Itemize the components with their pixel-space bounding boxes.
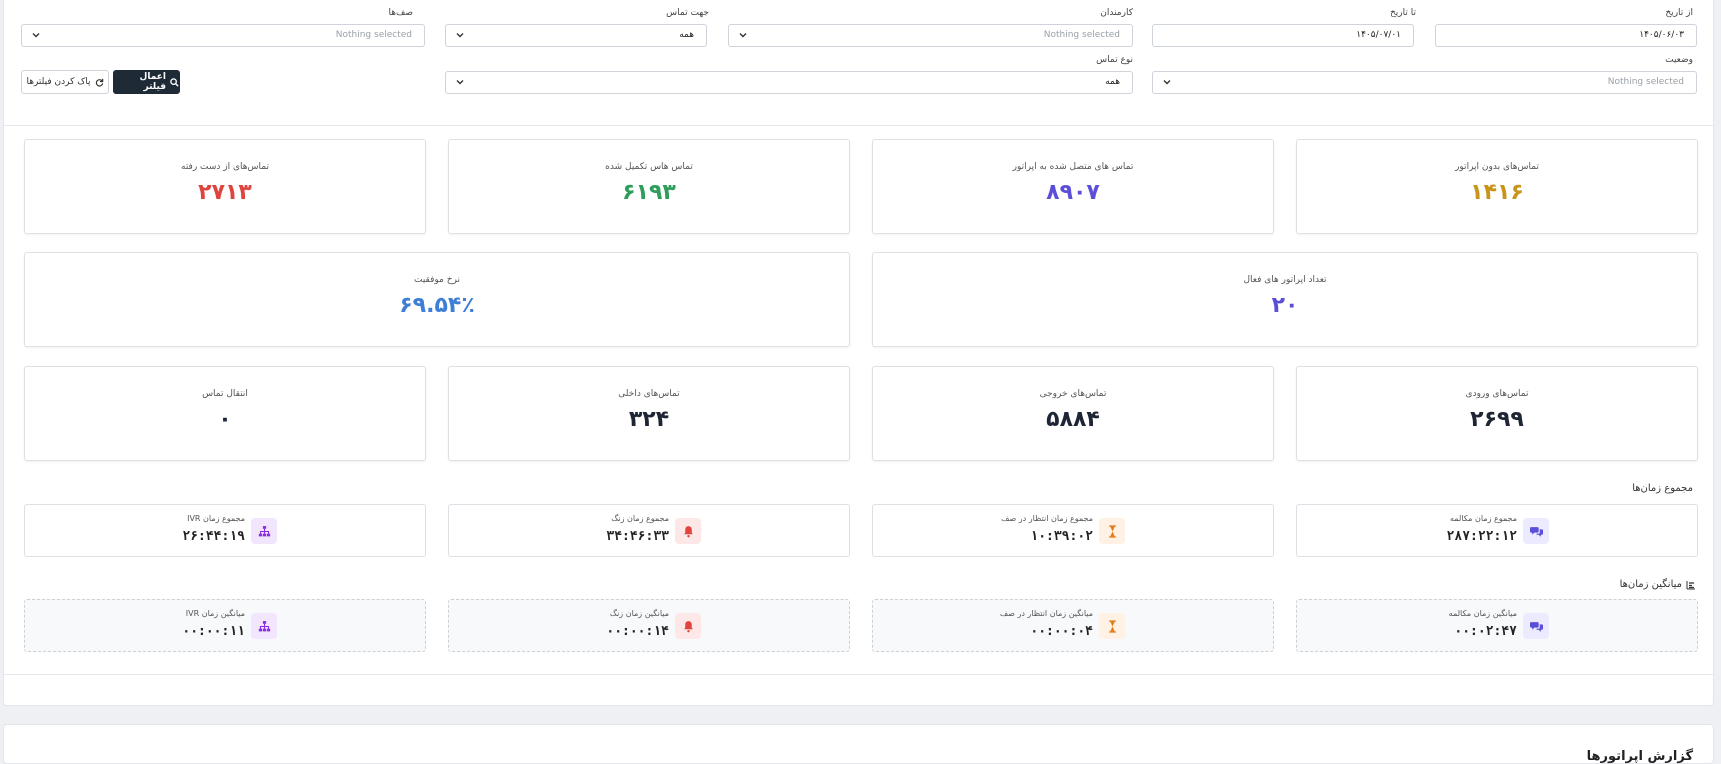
time-label: مجموع زمان IVR — [187, 514, 245, 523]
status-select[interactable]: Nothing selected — [1152, 71, 1697, 94]
divider — [4, 125, 1713, 126]
stat-value: ۰ — [218, 407, 232, 432]
time-value: ۰۰:۰۰:۰۴ — [1030, 624, 1093, 639]
stat-value: ۲۰ — [1271, 293, 1299, 318]
stat-value: ۲۷۱۳ — [198, 180, 252, 205]
refresh-icon — [95, 78, 103, 87]
sitemap-icon — [251, 613, 277, 639]
stat-value: ۵۸۸۴ — [1046, 407, 1100, 432]
time-label: مجموع زمان مکالمه — [1449, 514, 1517, 523]
averages-section-title: میانگین زمان‌ها — [1620, 579, 1696, 590]
operators-report-title: گزارش اپراتورها — [1586, 749, 1693, 764]
time-label: میانگین زمان مکالمه — [1448, 609, 1517, 618]
stat-title: نرخ موفقیت — [413, 275, 461, 285]
time-value: ۳۴:۴۶:۳۳ — [606, 529, 669, 544]
stat-card: تماس‌های خروجی ۵۸۸۴ — [872, 366, 1274, 461]
chat-icon — [1523, 518, 1549, 544]
queues-label: صف‌ها — [388, 8, 413, 18]
time-card: میانگین زمان مکالمه ۰۰:۰۲:۴۷ — [1296, 599, 1698, 652]
totals-section-title: مجموع زمان‌ها — [1632, 483, 1693, 494]
divider — [4, 674, 1713, 675]
time-card: مجموع زمان IVR ۲۶:۴۴:۱۹ — [24, 504, 426, 557]
stat-title: انتقال تماس — [202, 389, 248, 399]
chevron-down-icon — [739, 33, 747, 38]
operators-report-panel: گزارش اپراتورها — [3, 724, 1714, 764]
stat-title: تماس های متصل شده به اپراتور — [1012, 162, 1134, 172]
time-label: میانگین زمان انتظار در صف — [999, 609, 1093, 618]
stat-card: انتقال تماس ۰ — [24, 366, 426, 461]
employees-label: کارمندان — [1100, 8, 1133, 18]
bell-icon — [675, 613, 701, 639]
hourglass-icon — [1099, 613, 1125, 639]
time-label: مجموع زمان انتظار در صف — [1001, 514, 1093, 523]
stat-value: ۲۶۹۹ — [1470, 407, 1524, 432]
call-type-select[interactable]: همه — [445, 71, 1133, 94]
direction-select[interactable]: همه — [445, 24, 707, 47]
time-value: ۲۸۷:۲۲:۱۲ — [1446, 529, 1517, 544]
stat-value: ۶۹.۵۴٪ — [399, 293, 475, 318]
stat-card: تماس‌های از دست رفته ۲۷۱۳ — [24, 139, 426, 234]
time-value: ۰۰:۰۰:۱۱ — [182, 624, 245, 639]
stat-title: تعداد اپراتور های فعال — [1243, 275, 1327, 285]
stat-card: تماس‌های داخلی ۳۲۴ — [448, 366, 850, 461]
stat-value: ۶۱۹۳ — [622, 180, 676, 205]
time-card: میانگین زمان IVR ۰۰:۰۰:۱۱ — [24, 599, 426, 652]
time-label: میانگین زمان IVR — [185, 609, 245, 618]
clear-filters-button[interactable]: پاک کردن فیلترها — [21, 70, 109, 94]
chevron-down-icon — [32, 33, 40, 38]
stat-card: تماس‌های ورودی ۲۶۹۹ — [1296, 366, 1698, 461]
time-value: ۰۰:۰۰:۱۴ — [606, 624, 669, 639]
stat-value: ۱۴۱۶ — [1470, 180, 1524, 205]
stat-title: تماس هاس تکمیل شده — [605, 162, 693, 172]
time-value: ۱۰:۳۹:۰۲ — [1030, 529, 1093, 544]
chart-bars-icon — [1686, 580, 1695, 589]
chat-icon — [1523, 613, 1549, 639]
filters-and-stats-panel: از تاریخ تا تاریخ کارمندان جهت تماس صف‌ه… — [3, 0, 1714, 706]
stat-card: تعداد اپراتور های فعال ۲۰ — [872, 252, 1698, 347]
stat-card: تماس های متصل شده به اپراتور ۸۹۰۷ — [872, 139, 1274, 234]
time-value: ۰۰:۰۲:۴۷ — [1454, 624, 1517, 639]
stat-card: تماس‌های بدون اپراتور ۱۴۱۶ — [1296, 139, 1698, 234]
stat-title: تماس‌های بدون اپراتور — [1455, 162, 1539, 172]
from-date-input[interactable]: ۱۴۰۵/۰۶/۰۳ — [1435, 24, 1697, 47]
search-icon — [170, 77, 179, 87]
from-date-label: از تاریخ — [1665, 8, 1693, 18]
apply-filter-button[interactable]: اعمال فیلتر — [113, 70, 180, 94]
stat-value: ۳۲۴ — [628, 407, 670, 432]
chevron-down-icon — [1163, 80, 1171, 85]
to-date-label: تا تاریخ — [1389, 8, 1416, 18]
time-label: میانگین زمان زنگ — [609, 609, 669, 618]
bell-icon — [675, 518, 701, 544]
time-card: مجموع زمان زنگ ۳۴:۴۶:۳۳ — [448, 504, 850, 557]
sitemap-icon — [251, 518, 277, 544]
stat-value: ۸۹۰۷ — [1046, 180, 1100, 205]
stat-title: تماس‌های داخلی — [618, 389, 680, 399]
stat-title: تماس‌های خروجی — [1039, 389, 1107, 399]
status-label: وضعیت — [1665, 55, 1693, 65]
employees-select[interactable]: Nothing selected — [728, 24, 1133, 47]
direction-label: جهت تماس — [666, 8, 709, 18]
stat-title: تماس‌های ورودی — [1465, 389, 1529, 399]
hourglass-icon — [1099, 518, 1125, 544]
time-card: میانگین زمان انتظار در صف ۰۰:۰۰:۰۴ — [872, 599, 1274, 652]
time-card: میانگین زمان زنگ ۰۰:۰۰:۱۴ — [448, 599, 850, 652]
call-type-label: نوع تماس — [1096, 55, 1133, 65]
to-date-input[interactable]: ۱۴۰۵/۰۷/۰۱ — [1152, 24, 1414, 47]
chevron-down-icon — [456, 33, 464, 38]
time-value: ۲۶:۴۴:۱۹ — [182, 529, 245, 544]
chevron-down-icon — [456, 80, 464, 85]
stat-title: تماس‌های از دست رفته — [181, 162, 269, 172]
time-card: مجموع زمان مکالمه ۲۸۷:۲۲:۱۲ — [1296, 504, 1698, 557]
stat-card: تماس هاس تکمیل شده ۶۱۹۳ — [448, 139, 850, 234]
queues-select[interactable]: Nothing selected — [21, 24, 425, 47]
time-label: مجموع زمان زنگ — [611, 514, 669, 523]
time-card: مجموع زمان انتظار در صف ۱۰:۳۹:۰۲ — [872, 504, 1274, 557]
stat-card: نرخ موفقیت ۶۹.۵۴٪ — [24, 252, 850, 347]
